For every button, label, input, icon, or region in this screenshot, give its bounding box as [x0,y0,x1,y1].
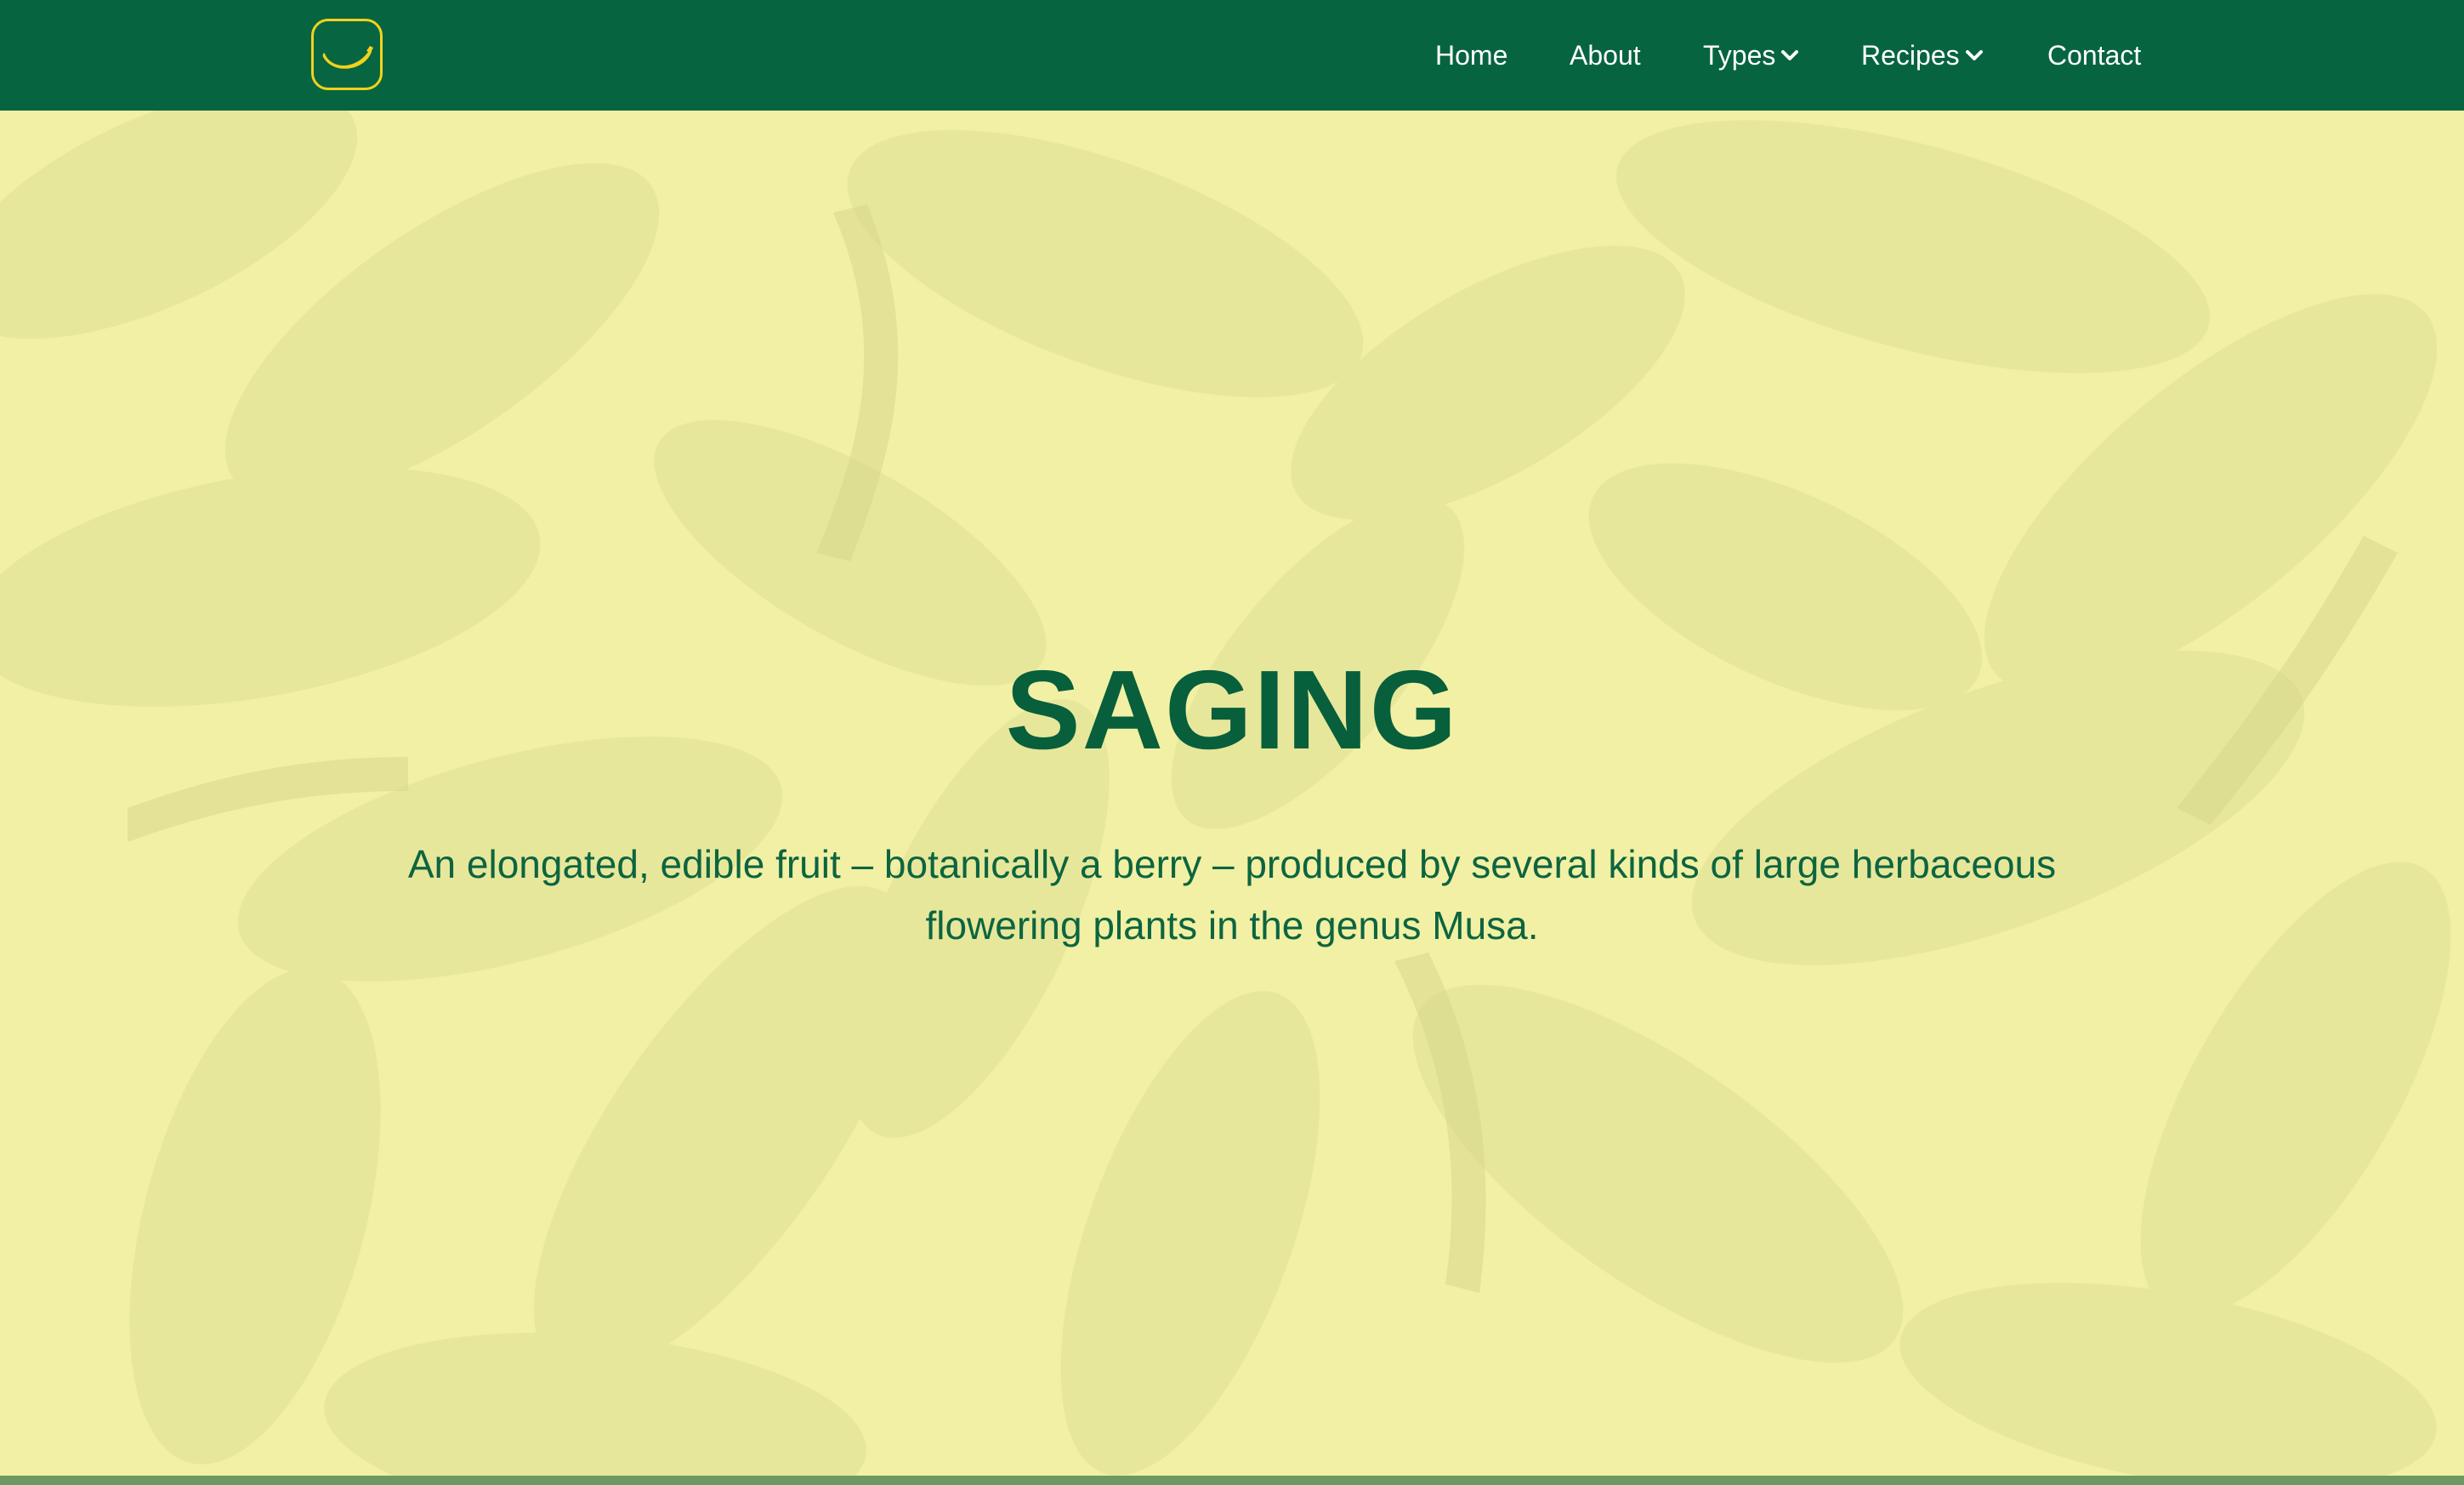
hero-title: SAGING [1005,647,1459,772]
nav-types-label: Types [1703,40,1776,71]
nav-recipes-label: Recipes [1861,40,1960,71]
hero-subtitle: An elongated, edible fruit – botanically… [407,842,2057,947]
hero-background-image [0,111,2464,1476]
chevron-down-icon [1965,48,1984,62]
banana-icon [322,46,373,69]
navbar: Home About Types Recipes Contact [0,0,2464,111]
nav-home-label: Home [1435,40,1508,71]
nav-recipes-dropdown[interactable]: Recipes [1861,0,1984,111]
chevron-down-icon [1780,48,1799,62]
nav-types-dropdown[interactable]: Types [1703,0,1799,111]
section-divider [0,1476,2464,1485]
logo[interactable] [311,19,383,90]
nav-about-link[interactable]: About [1570,0,1641,111]
nav-home-link[interactable]: Home [1435,0,1507,111]
nav-about-label: About [1570,40,1641,71]
nav-contact-label: Contact [2047,40,2142,71]
hero-section: SAGING An elongated, edible fruit – bota… [0,111,2464,1476]
nav-contact-link[interactable]: Contact [2047,0,2141,111]
